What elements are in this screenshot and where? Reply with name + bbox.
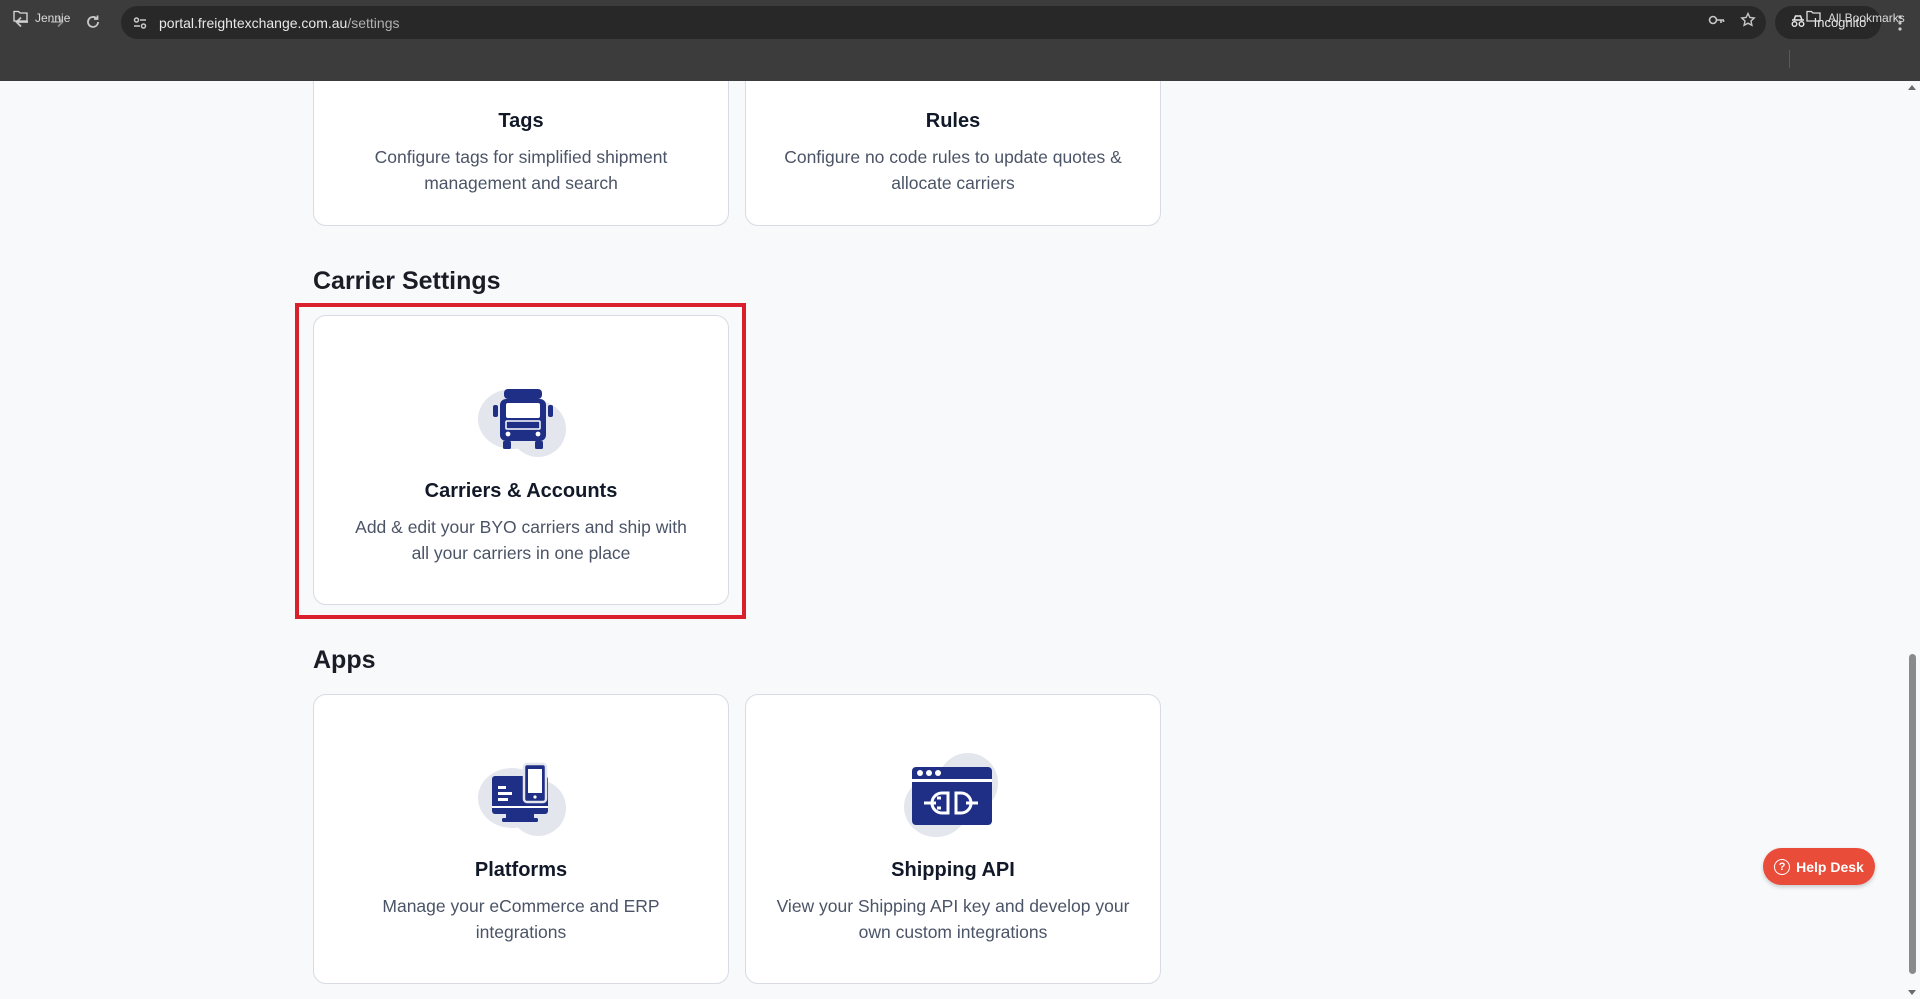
- section-title-carrier-settings: Carrier Settings: [313, 267, 501, 295]
- card-title: Platforms: [474, 859, 568, 881]
- card-title: Shipping API: [891, 859, 1015, 881]
- scroll-down-icon[interactable]: [1908, 990, 1916, 995]
- help-desk-button[interactable]: ? Help Desk: [1763, 848, 1875, 885]
- settings-page: Tags Configure tags for simplified shipm…: [0, 81, 1920, 999]
- address-bar[interactable]: portal.freightexchange.com.au/settings: [121, 6, 1766, 39]
- reload-icon[interactable]: [75, 4, 111, 40]
- password-key-icon[interactable]: [1708, 13, 1726, 32]
- bookmark-label: All Bookmarks: [1828, 10, 1905, 25]
- highlight-box: [295, 303, 746, 619]
- card-description: Configure tags for simplified shipment m…: [374, 147, 668, 193]
- platforms-card[interactable]: Platforms Manage your eCommerce and ERP …: [313, 694, 729, 984]
- card-title: Tags: [498, 110, 544, 132]
- site-info-icon[interactable]: [127, 10, 153, 36]
- scroll-up-icon[interactable]: [1908, 85, 1916, 90]
- incognito-icon: [1790, 14, 1806, 31]
- bookmark-star-icon[interactable]: [1740, 11, 1756, 33]
- card-title: Rules: [925, 110, 981, 132]
- bookmark-label: Jennie: [35, 10, 71, 25]
- url-text: portal.freightexchange.com.au/settings: [159, 14, 400, 31]
- shipping-api-card[interactable]: Shipping API View your Shipping API key …: [745, 694, 1161, 984]
- browser-toolbar: portal.freightexchange.com.au/settings I…: [0, 0, 1920, 45]
- bookmarks-divider: [1789, 50, 1790, 68]
- help-desk-label: Help Desk: [1796, 858, 1864, 875]
- folder-icon: [13, 10, 28, 25]
- all-bookmarks[interactable]: All Bookmarks: [1806, 10, 1905, 25]
- card-description: Configure no code rules to update quotes…: [784, 147, 1122, 193]
- folder-icon: [1806, 10, 1821, 25]
- bookmark-folder-jennie[interactable]: Jennie: [13, 10, 70, 25]
- browser-chrome: portal.freightexchange.com.au/settings I…: [0, 0, 1920, 81]
- devices-icon: [462, 750, 582, 840]
- tags-card[interactable]: Tags Configure tags for simplified shipm…: [313, 81, 729, 226]
- section-title-apps: Apps: [313, 646, 376, 674]
- rules-card[interactable]: Rules Configure no code rules to update …: [745, 81, 1161, 226]
- card-description: View your Shipping API key and develop y…: [776, 896, 1130, 942]
- api-plug-icon: [894, 745, 1014, 837]
- help-icon: ?: [1774, 858, 1791, 875]
- card-description: Manage your eCommerce and ERP integratio…: [382, 896, 660, 942]
- page-scrollbar[interactable]: [1904, 81, 1920, 999]
- scroll-thumb[interactable]: [1909, 654, 1916, 974]
